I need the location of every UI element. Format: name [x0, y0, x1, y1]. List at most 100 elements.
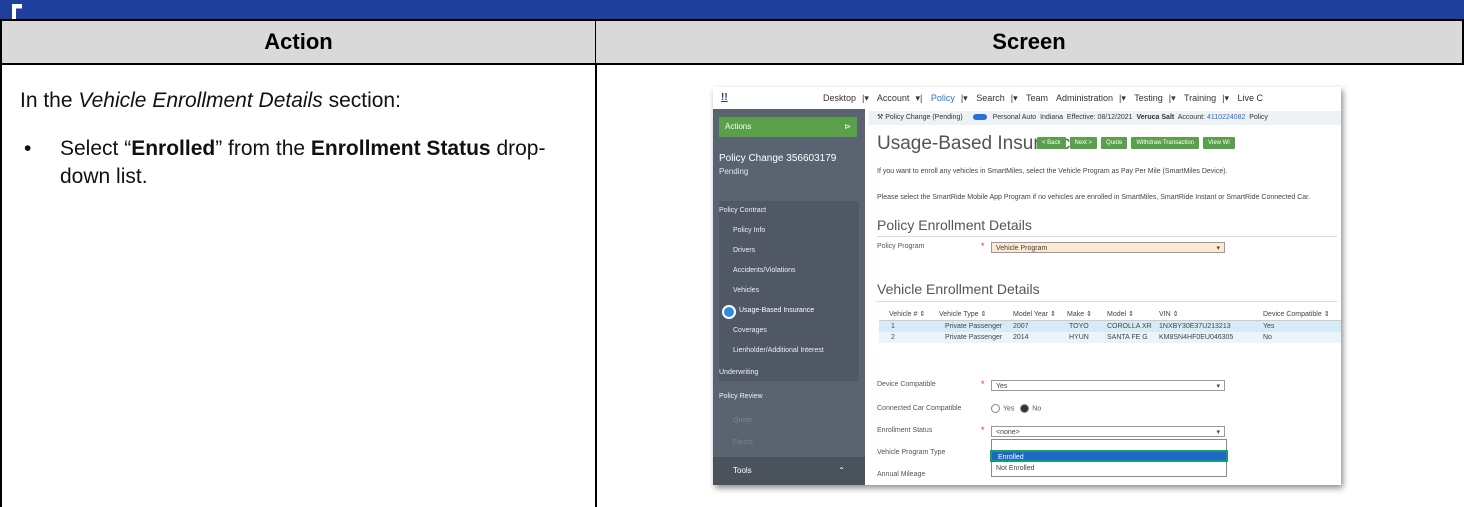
- bullet-text-1: Select “: [60, 137, 132, 160]
- top-nav: !! Desktop |▾ Account ▾| Policy |▾ Search |▾…: [713, 87, 1341, 110]
- nav-live[interactable]: Live C: [1238, 93, 1264, 103]
- policy-change-status: Pending: [719, 167, 749, 176]
- crumb-account-number[interactable]: 4110224082: [1207, 114, 1245, 121]
- cell: TOYO: [1069, 323, 1089, 330]
- nav-desktop[interactable]: Desktop: [823, 93, 856, 103]
- app-screenshot: !! Desktop |▾ Account ▾| Policy |▾ Search |▾…: [713, 87, 1341, 485]
- option-not-enrolled[interactable]: Not Enrolled: [996, 465, 1035, 472]
- enrollment-status-select[interactable]: <none> ▾: [991, 426, 1225, 437]
- bullet-dot: •: [24, 137, 32, 160]
- radio-no-label: No: [1032, 405, 1042, 413]
- next-button[interactable]: Next >: [1069, 137, 1098, 149]
- toolbar: < Back Next > Quote Withdraw Transaction Vie…: [1037, 137, 1239, 149]
- device-compatible-select[interactable]: Yes ▾: [991, 380, 1225, 391]
- policy-info-bar: ⚒ Policy Change (Pending) Personal Auto …: [869, 111, 1341, 125]
- chevron-down-icon: ▾: [1216, 429, 1220, 436]
- nav-team[interactable]: Team: [1026, 93, 1048, 103]
- col-model-year[interactable]: Model Year ⇕: [1013, 309, 1056, 320]
- cell: 1: [891, 323, 895, 330]
- connected-car-radios: Yes No: [991, 404, 1041, 413]
- crumb-account-label: Account:: [1177, 114, 1205, 121]
- table-row[interactable]: 2 Private Passenger 2014 HYUN SANTA FE G…: [879, 332, 1341, 343]
- crumb-product: Personal Auto: [992, 114, 1037, 121]
- cell: KM8SN4HF0EU046305: [1159, 334, 1234, 341]
- nav-training[interactable]: Training: [1184, 93, 1216, 103]
- policy-program-value: Vehicle Program: [996, 245, 1048, 252]
- quote-button[interactable]: Quote: [1101, 137, 1128, 149]
- radio-no[interactable]: [1020, 404, 1030, 413]
- connected-car-label: Connected Car Compatible: [877, 405, 962, 412]
- policy-program-label: Policy Program: [877, 243, 925, 250]
- sidebar-item-usage-based-insurance[interactable]: Usage-Based Insurance: [739, 307, 814, 314]
- app-logo[interactable]: !!: [721, 92, 728, 103]
- divider: [877, 301, 1337, 302]
- col-vin[interactable]: VIN ⇕: [1159, 309, 1178, 320]
- sidebar-item-accidents[interactable]: Accidents/Violations: [733, 267, 796, 274]
- back-button[interactable]: < Back: [1037, 137, 1066, 149]
- sidebar-item-coverages[interactable]: Coverages: [733, 327, 767, 334]
- divider: [877, 236, 1337, 237]
- sidebar-item-lienholder[interactable]: Lienholder/Additional Interest: [733, 347, 824, 354]
- col-make[interactable]: Make ⇕: [1067, 309, 1092, 320]
- cell: HYUN: [1069, 334, 1089, 341]
- nav-testing[interactable]: Testing: [1134, 93, 1163, 103]
- table-row[interactable]: 1 Private Passenger 2007 TOYO COROLLA XR…: [879, 321, 1341, 332]
- nav-menu: Desktop |▾ Account ▾| Policy |▾ Search |▾ Te…: [823, 93, 1264, 103]
- col-vehicle-type[interactable]: Vehicle Type ⇕: [939, 309, 986, 320]
- sidebar-item-quote[interactable]: Quote: [733, 417, 752, 424]
- banner-tab-mark: [12, 4, 22, 19]
- vehicle-program-type-label: Vehicle Program Type: [877, 449, 946, 456]
- nav-administration[interactable]: Administration: [1056, 93, 1113, 103]
- sidebar-item-forms[interactable]: Forms: [733, 439, 753, 446]
- sidebar-item-drivers[interactable]: Drivers: [733, 247, 755, 254]
- chevron-down-icon: ▾: [1216, 245, 1220, 252]
- crumb-name: Veruca Salt: [1136, 114, 1175, 121]
- tools-button[interactable]: Tools ⌃: [713, 457, 865, 485]
- crumb-change: Policy Change (Pending): [885, 114, 963, 121]
- intro-prefix: In the: [20, 89, 79, 112]
- sidebar-item-underwriting[interactable]: Underwriting: [719, 369, 758, 376]
- bullet-bold-2: Enrollment Status: [310, 137, 491, 160]
- nav-policy[interactable]: Policy: [931, 93, 955, 103]
- required-icon: *: [981, 379, 985, 389]
- withdraw-transaction-button[interactable]: Withdraw Transaction: [1131, 137, 1200, 149]
- view-button[interactable]: View Wi: [1203, 137, 1235, 149]
- radio-yes[interactable]: [991, 404, 1000, 413]
- sidebar-item-policy-review[interactable]: Policy Review: [719, 393, 763, 400]
- device-compatible-label: Device Compatible: [877, 381, 936, 388]
- actions-arrow-icon: ⊳: [844, 122, 851, 131]
- current-step-icon: [722, 305, 736, 319]
- bullet-text-2: ” from the: [215, 137, 311, 160]
- annual-mileage-label: Annual Mileage: [877, 471, 926, 478]
- intro-section-name: Vehicle Enrollment Details: [78, 89, 323, 112]
- cell: 2007: [1013, 323, 1029, 330]
- col-device-compatible[interactable]: Device Compatible ⇕: [1263, 309, 1330, 320]
- top-banner: [0, 0, 1464, 19]
- actions-button[interactable]: Actions ⊳: [719, 117, 857, 137]
- vehicle-enrollment-heading: Vehicle Enrollment Details: [877, 281, 1040, 297]
- nav-account[interactable]: Account: [877, 93, 910, 103]
- cell: Private Passenger: [945, 334, 1003, 341]
- sidebar-item-policy-contract[interactable]: Policy Contract: [719, 207, 766, 214]
- cell: 1NXBY30E37U213213: [1159, 323, 1231, 330]
- cell: No: [1263, 334, 1272, 341]
- col-vehicle-no[interactable]: Vehicle # ⇕: [889, 309, 925, 320]
- chevron-up-icon: ⌃: [838, 466, 845, 475]
- col-model[interactable]: Model ⇕: [1107, 309, 1134, 320]
- chevron-down-icon: ▾: [1216, 383, 1220, 390]
- nav-search[interactable]: Search: [976, 93, 1005, 103]
- sidebar-item-policy-info[interactable]: Policy Info: [733, 227, 765, 234]
- intro-text: In the Vehicle Enrollment Details sectio…: [20, 87, 580, 115]
- enrollment-status-dropdown: Enrolled Not Enrolled: [990, 439, 1228, 477]
- option-enrolled[interactable]: Enrolled: [990, 450, 1228, 462]
- cell: Private Passenger: [945, 323, 1003, 330]
- sidebar-item-vehicles[interactable]: Vehicles: [733, 287, 759, 294]
- crumb-state: Indiana: [1040, 114, 1064, 121]
- main-panel: ⚒ Policy Change (Pending) Personal Auto …: [865, 109, 1341, 485]
- actions-label: Actions: [725, 122, 752, 131]
- policy-program-select[interactable]: Vehicle Program ▾: [991, 242, 1225, 253]
- cell: 2014: [1013, 334, 1029, 341]
- crumb-policy: Policy: [1249, 114, 1268, 121]
- radio-yes-label: Yes: [1003, 405, 1015, 413]
- wrench-icon: ⚒: [877, 114, 884, 121]
